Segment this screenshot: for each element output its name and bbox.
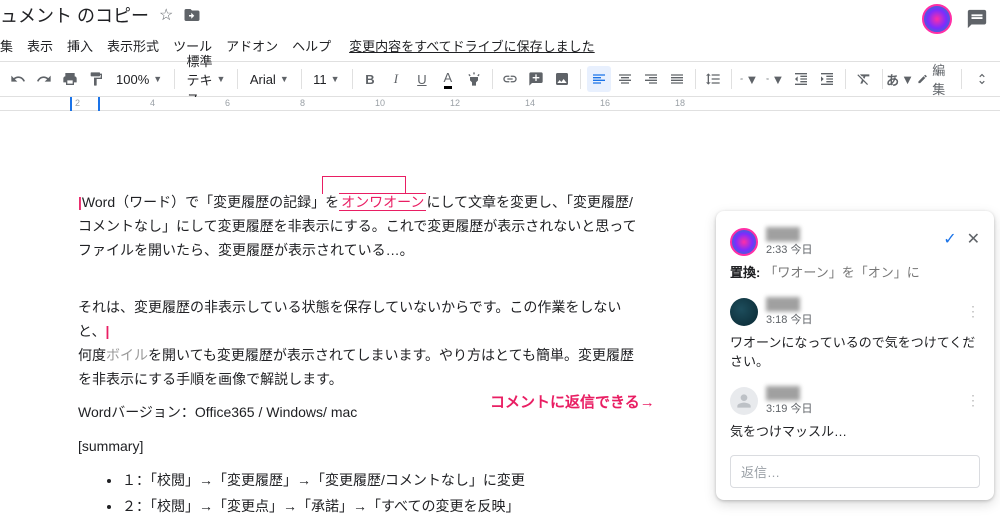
list-item: １：「校閲」→「変更履歴」→「変更履歴/コメントなし」に変更 — [122, 469, 640, 493]
tracked-change[interactable]: オンワオーン — [339, 193, 426, 211]
user-avatar[interactable] — [922, 4, 952, 34]
italic-button[interactable]: I — [384, 66, 408, 92]
highlight-button[interactable] — [462, 66, 486, 92]
add-comment-button[interactable] — [524, 66, 548, 92]
paragraph: それは、変更履歴の非表示している状態を保存していないからです。この作業をしないと… — [78, 296, 640, 391]
accept-icon[interactable]: ✓ — [943, 229, 956, 249]
reply-input[interactable]: 返信… — [730, 455, 980, 488]
move-icon[interactable] — [183, 6, 201, 24]
decrease-indent-button[interactable] — [789, 66, 813, 92]
open-comments-icon[interactable] — [966, 8, 988, 30]
ime-button[interactable]: あ▼ — [888, 66, 912, 92]
annotation-arrow: コメントに返信できる→ — [490, 391, 655, 412]
menu-edit[interactable]: 集 — [0, 36, 13, 55]
line-spacing-button[interactable] — [701, 66, 725, 92]
text-color-button[interactable]: A — [436, 66, 460, 92]
align-center-button[interactable] — [613, 66, 637, 92]
comment-menu-icon[interactable]: ⋮ — [966, 392, 980, 409]
document-canvas[interactable]: |Word（ワード）で「変更履歴の記録」をオンワオーンにして文章を変更し、「変更… — [0, 111, 1000, 517]
paragraph: |Word（ワード）で「変更履歴の記録」をオンワオーンにして文章を変更し、「変更… — [78, 191, 640, 262]
menu-insert[interactable]: 挿入 — [67, 36, 93, 55]
redo-button[interactable] — [32, 66, 56, 92]
commenter-avatar — [730, 298, 758, 326]
editing-mode-button[interactable]: 編集 — [914, 66, 953, 92]
comment-time: 2:33 今日 — [766, 241, 812, 257]
commenter-name: ████ — [766, 297, 812, 311]
save-status[interactable]: 変更内容をすべてドライブに保存しました — [349, 36, 595, 55]
menu-addons[interactable]: アドオン — [226, 36, 278, 55]
menu-help[interactable]: ヘルプ — [292, 36, 331, 55]
comment-menu-icon[interactable]: ⋮ — [966, 303, 980, 320]
paragraph: [summary] — [78, 435, 640, 459]
comment-time: 3:18 今日 — [766, 311, 812, 327]
comment-body: ワオーンになっているので気をつけてください。 — [730, 333, 980, 372]
comment-thread: ████ 2:33 今日 ✓ ✕ 置換:「ワオーン」を「オン」に — [716, 221, 994, 291]
comment-reply: ████ 3:19 今日 ⋮ 気をつけマッスル… — [716, 380, 994, 450]
commenter-name: ████ — [766, 386, 812, 400]
reject-icon[interactable]: ✕ — [967, 229, 980, 249]
document-title[interactable]: ュメント のコピー — [0, 2, 149, 28]
comment-reply: ████ 3:18 今日 ⋮ ワオーンになっているので気をつけてください。 — [716, 291, 994, 380]
numbered-list-button[interactable]: ▼ — [737, 66, 761, 92]
align-left-button[interactable] — [587, 66, 611, 92]
expand-button[interactable] — [970, 66, 994, 92]
paint-format-button[interactable] — [84, 66, 108, 92]
link-button[interactable] — [498, 66, 522, 92]
commenter-avatar — [730, 228, 758, 256]
bulleted-list: １：「校閲」→「変更履歴」→「変更履歴/コメントなし」に変更 ２：「校閲」→「変… — [78, 469, 640, 517]
menu-format[interactable]: 表示形式 — [107, 36, 159, 55]
toolbar: 100%▼ 標準テキス…▼ Arial▼ 11▼ B I U A ▼ ▼ あ▼ … — [0, 61, 1000, 97]
font-select[interactable]: Arial▼ — [244, 72, 295, 87]
undo-button[interactable] — [6, 66, 30, 92]
font-size-select[interactable]: 11▼ — [307, 72, 345, 87]
increase-indent-button[interactable] — [815, 66, 839, 92]
bold-button[interactable]: B — [358, 66, 382, 92]
commenter-name: ████ — [766, 227, 812, 241]
commenter-avatar — [730, 387, 758, 415]
underline-button[interactable]: U — [410, 66, 434, 92]
ruler[interactable]: 24681012141618 — [0, 97, 1000, 111]
print-button[interactable] — [58, 66, 82, 92]
comment-body: 置換:「ワオーン」を「オン」に — [730, 263, 980, 283]
list-item: ２：「校閲」→「変更点」→「承諾」→「すべての変更を反映」 — [122, 495, 640, 517]
zoom-select[interactable]: 100%▼ — [110, 72, 168, 87]
comment-body: 気をつけマッスル… — [730, 422, 980, 442]
insert-image-button[interactable] — [550, 66, 574, 92]
comment-time: 3:19 今日 — [766, 400, 812, 416]
star-icon[interactable]: ☆ — [159, 5, 173, 25]
bulleted-list-button[interactable]: ▼ — [763, 66, 787, 92]
clear-formatting-button[interactable] — [852, 66, 876, 92]
menu-bar: 集 表示 挿入 表示形式 ツール アドオン ヘルプ 変更内容をすべてドライブに保… — [0, 34, 1000, 61]
comments-panel: ████ 2:33 今日 ✓ ✕ 置換:「ワオーン」を「オン」に ████ 3:… — [716, 211, 994, 500]
header-bar: ュメント のコピー ☆ — [0, 0, 1000, 34]
menu-view[interactable]: 表示 — [27, 36, 53, 55]
align-justify-button[interactable] — [665, 66, 689, 92]
align-right-button[interactable] — [639, 66, 663, 92]
